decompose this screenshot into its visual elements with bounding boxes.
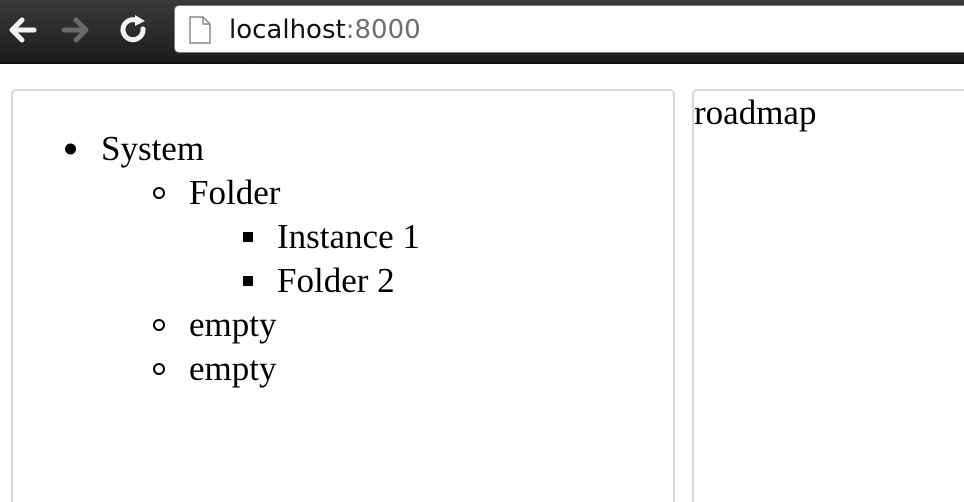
- forward-arrow-icon[interactable]: [58, 12, 94, 48]
- roadmap-panel: roadmap: [692, 89, 964, 502]
- url-text[interactable]: localhost:8000: [229, 15, 421, 45]
- tree-list: System Folder Instance 1 Folder 2 empty …: [13, 127, 673, 391]
- address-bar[interactable]: localhost:8000: [174, 5, 964, 53]
- tree-item-label: empty: [189, 305, 277, 344]
- tree-item-empty[interactable]: empty: [13, 347, 673, 391]
- url-port: :8000: [345, 15, 421, 45]
- tree-item-folder[interactable]: Folder: [13, 171, 673, 215]
- browser-toolbar: localhost:8000: [0, 0, 964, 64]
- back-arrow-icon[interactable]: [4, 12, 40, 48]
- square-bullet-icon: [243, 232, 253, 242]
- circle-bullet-icon: [153, 319, 165, 331]
- tree-item-label: Folder 2: [277, 261, 395, 300]
- tree-item-label: Instance 1: [277, 217, 420, 256]
- tree-panel: System Folder Instance 1 Folder 2 empty …: [11, 89, 675, 502]
- tree-item-label: System: [101, 129, 205, 168]
- page-icon: [189, 16, 211, 44]
- circle-bullet-icon: [153, 363, 165, 375]
- tree-item-empty[interactable]: empty: [13, 303, 673, 347]
- circle-bullet-icon: [153, 187, 165, 199]
- tree-item-system[interactable]: System: [13, 127, 673, 171]
- reload-icon[interactable]: [116, 12, 152, 48]
- tree-item-label: Folder: [189, 173, 281, 212]
- roadmap-label: roadmap: [694, 93, 817, 132]
- disc-bullet-icon: [65, 143, 76, 155]
- tree-item-label: empty: [189, 349, 277, 388]
- url-host: localhost: [229, 15, 346, 45]
- tree-item-folder-2[interactable]: Folder 2: [13, 259, 673, 303]
- square-bullet-icon: [243, 276, 253, 286]
- tree-item-instance-1[interactable]: Instance 1: [13, 215, 673, 259]
